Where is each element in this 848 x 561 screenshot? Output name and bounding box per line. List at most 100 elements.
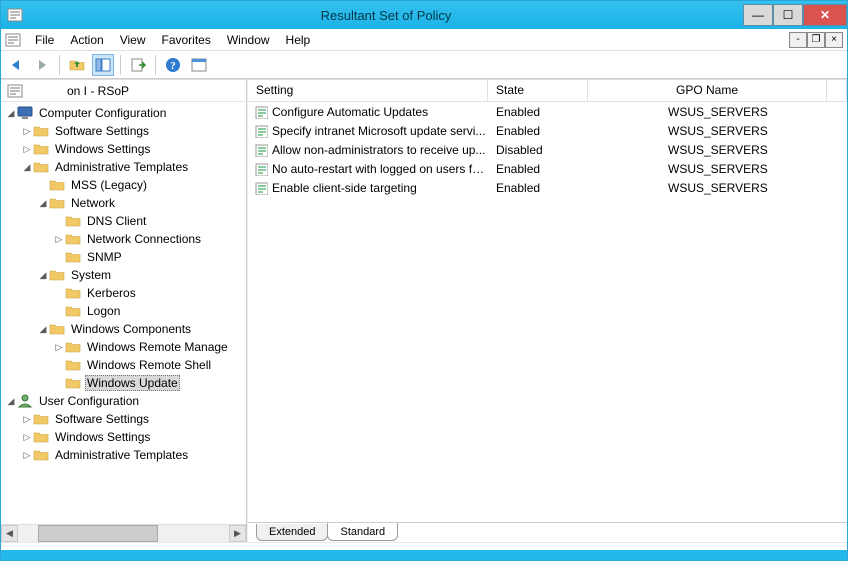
- list-row[interactable]: Enable client-side targetingEnabledWSUS_…: [248, 178, 847, 197]
- tree-node-windows-components[interactable]: ◢ Windows Components: [1, 320, 246, 338]
- folder-icon: [65, 357, 81, 373]
- gpo-text: WSUS_SERVERS: [588, 105, 847, 119]
- expand-collapse-icon[interactable]: ▷: [21, 432, 33, 443]
- expand-collapse-icon[interactable]: ▷: [21, 144, 33, 155]
- tree-node-mss[interactable]: ▷ MSS (Legacy): [1, 176, 246, 194]
- close-button[interactable]: ✕: [803, 4, 847, 26]
- menu-file[interactable]: File: [27, 31, 62, 49]
- folder-icon: [65, 303, 81, 319]
- content-area: on I - RSoP ◢ Computer Configuration ▷ S…: [1, 79, 847, 542]
- window-title: Resultant Set of Policy: [29, 8, 743, 23]
- menubar: File Action View Favorites Window Help -…: [1, 29, 847, 51]
- tree-node-u-software-settings[interactable]: ▷ Software Settings: [1, 410, 246, 428]
- tree-node-windows-update[interactable]: ▷ Windows Update: [1, 374, 246, 392]
- expand-collapse-icon[interactable]: ◢: [5, 396, 17, 407]
- folder-icon: [33, 429, 49, 445]
- column-header-state[interactable]: State: [488, 80, 588, 101]
- folder-icon: [49, 177, 65, 193]
- tree-node-computer-config[interactable]: ◢ Computer Configuration: [1, 104, 246, 122]
- folder-icon: [65, 249, 81, 265]
- menu-favorites[interactable]: Favorites: [154, 31, 219, 49]
- up-folder-button[interactable]: [66, 54, 88, 76]
- folder-icon: [49, 321, 65, 337]
- setting-text: Specify intranet Microsoft update servi.…: [272, 124, 485, 138]
- menu-window[interactable]: Window: [219, 31, 278, 49]
- forward-button[interactable]: [31, 54, 53, 76]
- list-row[interactable]: No auto-restart with logged on users fo.…: [248, 159, 847, 178]
- expand-collapse-icon[interactable]: ◢: [21, 162, 33, 173]
- tree-body[interactable]: ◢ Computer Configuration ▷ Software Sett…: [1, 102, 246, 524]
- list-row[interactable]: Specify intranet Microsoft update servi.…: [248, 121, 847, 140]
- tree-node-system[interactable]: ◢ System: [1, 266, 246, 284]
- tree-node-admin-templates[interactable]: ◢ Administrative Templates: [1, 158, 246, 176]
- scroll-right-button[interactable]: ▶: [229, 525, 246, 542]
- expand-collapse-icon[interactable]: ◢: [37, 324, 49, 335]
- titlebar[interactable]: Resultant Set of Policy — ☐ ✕: [1, 1, 847, 29]
- list-body[interactable]: Configure Automatic UpdatesEnabledWSUS_S…: [248, 102, 847, 522]
- export-list-button[interactable]: [127, 54, 149, 76]
- column-header-setting[interactable]: Setting: [248, 80, 488, 101]
- expand-collapse-icon[interactable]: ▷: [21, 450, 33, 461]
- list-row[interactable]: Configure Automatic UpdatesEnabledWSUS_S…: [248, 102, 847, 121]
- expand-collapse-icon[interactable]: ▷: [53, 342, 65, 353]
- maximize-button[interactable]: ☐: [773, 4, 803, 26]
- tree-node-wrm[interactable]: ▷ Windows Remote Manage: [1, 338, 246, 356]
- folder-icon: [49, 267, 65, 283]
- folder-icon: [33, 159, 49, 175]
- tree-node-u-admin-templates[interactable]: ▷ Administrative Templates: [1, 446, 246, 464]
- tree-node-network-connections[interactable]: ▷ Network Connections: [1, 230, 246, 248]
- tree-node-network[interactable]: ◢ Network: [1, 194, 246, 212]
- horizontal-scrollbar[interactable]: ◀ ▶: [1, 524, 246, 542]
- list-row[interactable]: Allow non-administrators to receive up..…: [248, 140, 847, 159]
- expand-collapse-icon[interactable]: ◢: [5, 108, 17, 119]
- tab-extended[interactable]: Extended: [256, 524, 328, 541]
- minimize-button[interactable]: —: [743, 4, 773, 26]
- tree-root-label: on I - RSoP: [27, 84, 129, 98]
- user-icon: [17, 393, 33, 409]
- scroll-left-button[interactable]: ◀: [1, 525, 18, 542]
- mdi-minimize-button[interactable]: -: [789, 32, 807, 48]
- setting-text: Enable client-side targeting: [272, 181, 417, 195]
- tree-node-u-windows-settings[interactable]: ▷ Windows Settings: [1, 428, 246, 446]
- toolbar: [1, 51, 847, 79]
- show-hide-tree-button[interactable]: [92, 54, 114, 76]
- scroll-thumb[interactable]: [38, 525, 158, 542]
- tree-node-snmp[interactable]: ▷ SNMP: [1, 248, 246, 266]
- menu-action[interactable]: Action: [62, 31, 111, 49]
- tree-node-wrs[interactable]: ▷ Windows Remote Shell: [1, 356, 246, 374]
- folder-icon: [65, 231, 81, 247]
- policy-icon: [254, 105, 268, 119]
- tree-node-logon[interactable]: ▷ Logon: [1, 302, 246, 320]
- status-bar: [1, 542, 847, 550]
- properties-button[interactable]: [188, 54, 210, 76]
- folder-icon: [33, 141, 49, 157]
- column-header-gpo[interactable]: GPO Name: [588, 80, 827, 101]
- state-text: Disabled: [488, 143, 588, 157]
- folder-icon: [65, 375, 81, 391]
- state-text: Enabled: [488, 124, 588, 138]
- app-icon: [7, 7, 23, 23]
- tab-standard[interactable]: Standard: [327, 523, 398, 541]
- menu-view[interactable]: View: [112, 31, 154, 49]
- gpo-text: WSUS_SERVERS: [588, 181, 847, 195]
- tree-node-dns-client[interactable]: ▷ DNS Client: [1, 212, 246, 230]
- expand-collapse-icon[interactable]: ▷: [21, 414, 33, 425]
- help-button[interactable]: [162, 54, 184, 76]
- menu-help[interactable]: Help: [278, 31, 319, 49]
- mdi-restore-button[interactable]: ❐: [807, 32, 825, 48]
- tree-node-user-config[interactable]: ◢ User Configuration: [1, 392, 246, 410]
- expand-collapse-icon[interactable]: ◢: [37, 198, 49, 209]
- expand-collapse-icon[interactable]: ◢: [37, 270, 49, 281]
- expand-collapse-icon[interactable]: ▷: [21, 126, 33, 137]
- tree-node-windows-settings[interactable]: ▷ Windows Settings: [1, 140, 246, 158]
- mdi-close-button[interactable]: ×: [825, 32, 843, 48]
- expand-collapse-icon[interactable]: ▷: [53, 234, 65, 245]
- tree-node-kerberos[interactable]: ▷ Kerberos: [1, 284, 246, 302]
- policy-icon: [254, 181, 268, 195]
- back-button[interactable]: [5, 54, 27, 76]
- setting-text: Allow non-administrators to receive up..…: [272, 143, 485, 157]
- folder-icon: [65, 285, 81, 301]
- gpo-text: WSUS_SERVERS: [588, 143, 847, 157]
- tree-node-software-settings[interactable]: ▷ Software Settings: [1, 122, 246, 140]
- scroll-track[interactable]: [18, 525, 229, 542]
